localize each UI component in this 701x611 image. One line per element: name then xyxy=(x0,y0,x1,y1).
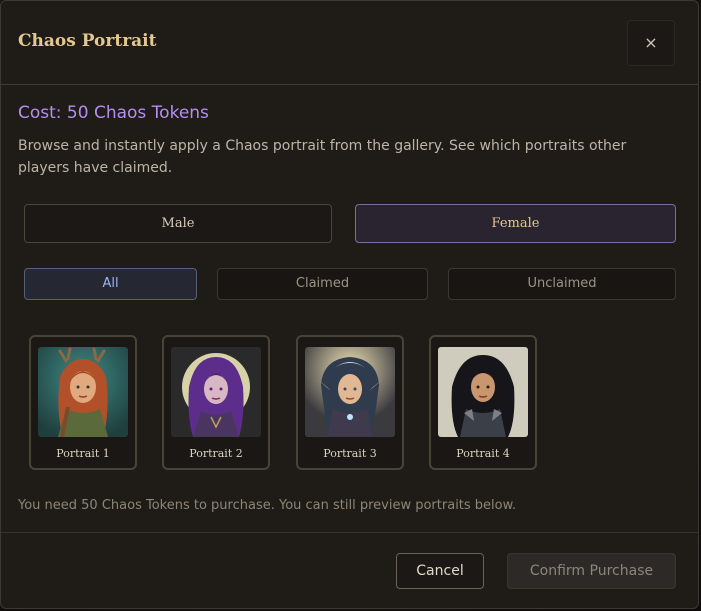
dialog-description: Browse and instantly apply a Chaos portr… xyxy=(18,138,627,176)
confirm-purchase-button[interactable]: Confirm Purchase xyxy=(507,553,676,589)
portrait-4-image xyxy=(438,347,528,437)
dialog-header: Chaos Portrait × xyxy=(1,1,698,85)
portrait-card-2[interactable]: Portrait 2 xyxy=(162,335,270,470)
portrait-2-image xyxy=(171,347,261,437)
close-icon: × xyxy=(644,33,658,52)
portrait-1-label: Portrait 1 xyxy=(56,447,110,460)
cancel-button[interactable]: Cancel xyxy=(396,553,484,589)
dialog-title: Chaos Portrait xyxy=(18,31,157,51)
close-button[interactable]: × xyxy=(627,20,675,66)
portrait-3-label: Portrait 3 xyxy=(323,447,377,460)
filter-unclaimed-button[interactable]: Unclaimed xyxy=(448,268,676,300)
token-notice: You need 50 Chaos Tokens to purchase. Yo… xyxy=(18,498,517,513)
portrait-card-1[interactable]: Portrait 1 xyxy=(29,335,137,470)
portrait-3-image xyxy=(305,347,395,437)
dialog-footer: Cancel Confirm Purchase xyxy=(1,532,698,608)
gender-male-button[interactable]: Male xyxy=(24,204,332,243)
portrait-card-4[interactable]: Portrait 4 xyxy=(429,335,537,470)
portrait-2-label: Portrait 2 xyxy=(189,447,243,460)
portrait-4-label: Portrait 4 xyxy=(456,447,510,460)
portrait-card-3[interactable]: Portrait 3 xyxy=(296,335,404,470)
portrait-1-image xyxy=(38,347,128,437)
gender-female-button[interactable]: Female xyxy=(355,204,676,243)
cost-label: Cost: 50 Chaos Tokens xyxy=(18,103,209,123)
filter-all-button[interactable]: All xyxy=(24,268,197,300)
chaos-portrait-dialog: Chaos Portrait × Cost: 50 Chaos Tokens B… xyxy=(0,0,699,609)
filter-claimed-button[interactable]: Claimed xyxy=(217,268,428,300)
